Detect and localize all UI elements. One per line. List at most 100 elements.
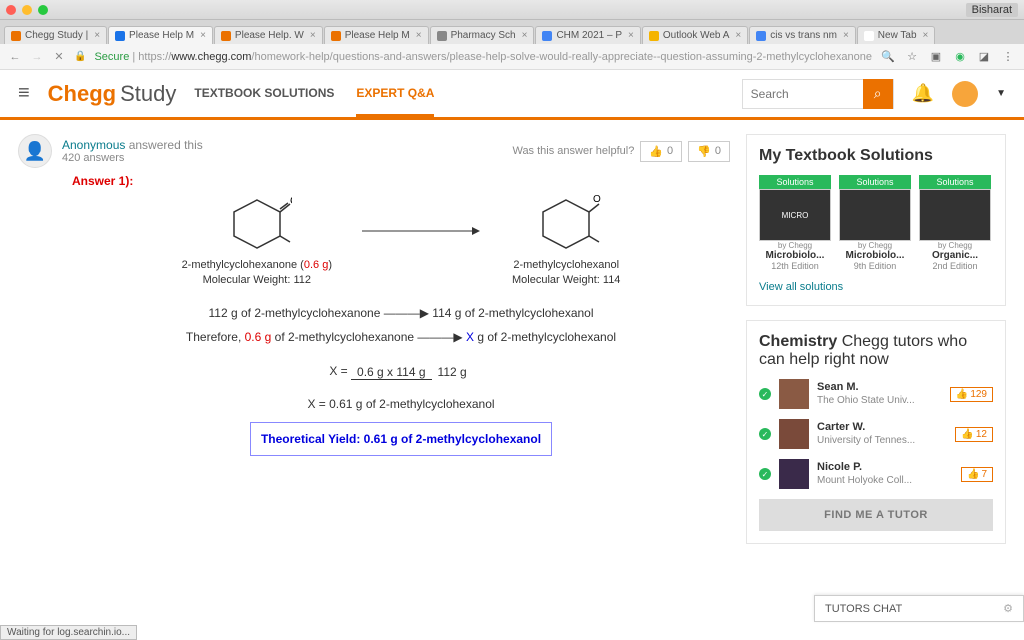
browser-tab[interactable]: Pharmacy Sch× [430,26,535,44]
tutors-box: Chemistry Chegg tutors who can help righ… [746,320,1006,544]
tab-close-icon[interactable]: × [843,30,849,41]
tutor-item[interactable]: ✓Carter W.University of Tennes...👍 12 [759,419,993,449]
thumbs-down-button[interactable]: 👎0 [688,141,730,162]
tab-close-icon[interactable]: × [416,30,422,41]
search-input[interactable] [743,87,863,101]
browser-tab[interactable]: cis vs trans nm × [749,26,856,44]
favicon-icon [115,31,125,41]
minimize-window-icon[interactable] [22,5,32,15]
tutor-score-badge: 👍 12 [955,427,993,442]
tutor-score-badge: 👍 7 [961,467,993,482]
online-status-icon: ✓ [759,468,771,480]
close-window-icon[interactable] [6,5,16,15]
thumbs-up-button[interactable]: 👍0 [640,141,682,162]
tutor-name: Nicole P. [817,461,953,474]
textbook-solutions-title: My Textbook Solutions [759,147,993,165]
textbook-item[interactable]: SolutionsMICROby CheggMicrobiolo...12th … [759,175,831,271]
result-line: X = 0.61 g of 2-methylcyclohexanol [72,392,730,416]
tab-label: Outlook Web A [663,30,730,41]
tab-label: cis vs trans nm [770,30,837,41]
stop-icon[interactable]: ✕ [52,50,66,63]
answer-panel: 👤 Anonymous answered this 420 answers Wa… [18,134,730,622]
domain-label: www.chegg.com [171,51,251,63]
browser-tab[interactable]: Please Help M × [108,26,213,44]
nav-textbook-solutions[interactable]: TEXTBOOK SOLUTIONS [194,86,334,101]
tab-close-icon[interactable]: × [310,30,316,41]
stoich-left: 112 g of 2-methylcyclohexanone [209,306,381,320]
favicon-icon [437,31,447,41]
find-tutor-button[interactable]: FIND ME A TUTOR [759,499,993,531]
menu-icon[interactable]: ⋮ [1000,50,1016,63]
tutor-avatar [779,379,809,409]
denominator: 112 g [432,365,473,379]
reaction-arrow-icon [362,224,482,238]
chevron-down-icon[interactable]: ▼ [996,88,1006,99]
browser-tab[interactable]: Chegg Study | × [4,26,107,44]
tab-close-icon[interactable]: × [200,30,206,41]
online-status-icon: ✓ [759,388,771,400]
tutor-avatar [779,419,809,449]
tab-close-icon[interactable]: × [522,30,528,41]
tutor-item[interactable]: ✓Nicole P.Mount Holyoke Coll...👍 7 [759,459,993,489]
tutors-chat-bar[interactable]: TUTORS CHAT ⚙ [814,595,1024,622]
unknown-x: X [466,330,474,344]
stoich-right: 114 g of 2-methylcyclohexanol [432,306,593,320]
tab-label: New Tab [878,30,917,41]
nav-expert-qa[interactable]: EXPERT Q&A [356,86,434,117]
product-mw: Molecular Weight: 114 [512,273,620,288]
tab-close-icon[interactable]: × [628,30,634,41]
svg-text:OH: OH [593,194,601,205]
tutor-item[interactable]: ✓Sean M.The Ohio State Univ...👍 129 [759,379,993,409]
favicon-icon [864,31,874,41]
tab-close-icon[interactable]: × [923,30,929,41]
gear-icon[interactable]: ⚙ [1003,602,1013,615]
logo[interactable]: CheggStudy [48,81,177,107]
zoom-icon[interactable]: 🔍 [880,50,896,63]
secure-label: Secure [94,51,129,63]
tab-close-icon[interactable]: × [94,30,100,41]
maximize-window-icon[interactable] [38,5,48,15]
answerer-name[interactable]: Anonymous [62,138,125,152]
textbook-item[interactable]: Solutionsby CheggOrganic...2nd Edition [919,175,991,271]
tab-label: Please Help M [345,30,410,41]
site-header: ≡ CheggStudy TEXTBOOK SOLUTIONS EXPERT Q… [0,70,1024,120]
notifications-icon[interactable]: 🔔 [912,83,934,104]
product-structure: OH 2-methylcyclohexanol Molecular Weight… [512,194,620,289]
tab-label: Please Help M [129,30,194,41]
browser-tab[interactable]: Please Help. W× [214,26,323,44]
book-edition: 2nd Edition [919,261,991,271]
browser-tab[interactable]: CHM 2021 – P × [535,26,640,44]
tab-label: Chegg Study | [25,30,88,41]
browser-tab[interactable]: Outlook Web A × [642,26,748,44]
logo-product: Study [120,81,176,106]
lock-icon: 🔒 [74,51,86,62]
by-chegg-label: by Chegg [759,241,831,250]
star-icon[interactable]: ☆ [904,50,920,63]
url-field[interactable]: Secure | https://www.chegg.com/homework-… [94,51,872,63]
back-icon[interactable]: ← [8,51,22,63]
tab-close-icon[interactable]: × [735,30,741,41]
textbook-solutions-box: My Textbook Solutions SolutionsMICROby C… [746,134,1006,306]
thumbs-down-icon: 👎 [697,145,711,158]
avatar[interactable] [952,81,978,107]
helpful-label: Was this answer helpful? [512,145,634,157]
answered-suffix: answered this [125,138,202,152]
x-equals: X = [329,364,347,378]
textbook-item[interactable]: Solutionsby CheggMicrobiolo...9th Editio… [839,175,911,271]
book-title: Microbiolo... [759,250,831,261]
therefore-label: Therefore, [186,330,245,344]
view-all-solutions-link[interactable]: View all solutions [759,281,993,293]
book-cover [919,189,991,241]
ext2-icon[interactable]: ◪ [976,50,992,63]
ext1-icon[interactable]: ◉ [952,50,968,63]
cast-icon[interactable]: ▣ [928,50,944,63]
hamburger-icon[interactable]: ≡ [18,82,30,105]
browser-tab[interactable]: Please Help M × [324,26,429,44]
thumbs-up-icon: 👍 [649,145,663,158]
unknown-compound: g of 2-methylcyclohexanol [474,330,616,344]
browser-tabs: Chegg Study |×Please Help M×Please Help.… [0,20,1024,44]
svg-text:O: O [290,195,292,207]
browser-tab[interactable]: New Tab × [857,26,936,44]
search-button[interactable]: ⌕ [863,79,893,109]
tab-label: CHM 2021 – P [556,30,622,41]
